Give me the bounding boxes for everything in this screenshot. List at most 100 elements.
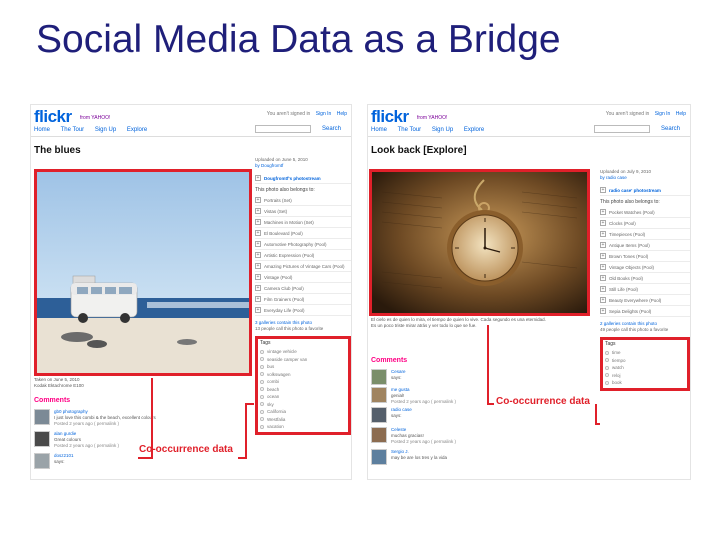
set-item[interactable]: + Vintage Objects (Pool) — [600, 262, 690, 273]
set-item[interactable]: + Machines in Motion (Set) — [255, 217, 351, 228]
search-input[interactable] — [594, 125, 650, 133]
help-link[interactable]: Help — [676, 111, 686, 117]
set-item[interactable]: + Old Books (Pool) — [600, 273, 690, 284]
set-item[interactable]: + Camera Club (Pool) — [255, 283, 351, 294]
uploader-link[interactable]: by Dougfromtf — [255, 163, 351, 169]
avatar[interactable] — [371, 449, 387, 465]
avatar[interactable] — [371, 427, 387, 443]
comment-author[interactable]: dosz2101 — [54, 453, 74, 458]
nav-explore[interactable]: Explore — [127, 127, 147, 133]
tag-item[interactable]: vacation — [260, 423, 346, 431]
plus-icon: + — [600, 242, 606, 248]
set-item[interactable]: + Everyday Life (Pool) — [255, 305, 351, 316]
set-item[interactable]: + Vistas (Set) — [255, 206, 351, 217]
set-item-label: Vintage Objects (Pool) — [609, 264, 654, 270]
nav-tour[interactable]: The Tour — [398, 127, 422, 133]
comment-author[interactable]: gb0 photography — [54, 409, 88, 414]
tag-item[interactable]: volkswagen — [260, 371, 346, 379]
tag-item[interactable]: combi — [260, 378, 346, 386]
nav-explore[interactable]: Explore — [464, 127, 484, 133]
tag-bullet-icon — [260, 394, 264, 399]
flickr-logo[interactable]: flickr — [371, 107, 409, 127]
set-item[interactable]: + El Boulevard (Pool) — [255, 228, 351, 239]
tag-item[interactable]: California — [260, 408, 346, 416]
photostream-link[interactable]: + Dougfromtf's photostream — [255, 173, 351, 184]
photo-title: Look back [Explore] — [371, 145, 467, 156]
tag-bullet-icon — [260, 379, 264, 384]
set-item-label: Portraits (Set) — [264, 197, 292, 203]
set-item-label: Vistas (Set) — [264, 208, 288, 214]
avatar[interactable] — [371, 387, 387, 403]
tag-bullet-icon — [260, 357, 264, 362]
tag-item[interactable]: vintage vehicle — [260, 348, 346, 356]
nav-bar: Home The Tour Sign Up Explore — [34, 127, 156, 133]
photo-vw-bus-beach[interactable] — [34, 169, 252, 376]
upload-info: Uploaded on July 9, 2010 by radio case — [600, 169, 690, 181]
tag-bullet-icon — [260, 349, 264, 354]
tag-item[interactable]: tiempo — [605, 357, 685, 365]
tag-item[interactable]: seaside camper van — [260, 356, 346, 364]
tag-item[interactable]: reloj — [605, 372, 685, 380]
nav-tour[interactable]: The Tour — [61, 127, 85, 133]
tag-item[interactable]: watch — [605, 364, 685, 372]
set-item-label: Sepia Delights (Pool) — [609, 308, 652, 314]
set-item[interactable]: + Beauty Everywhere (Pool) — [600, 295, 690, 306]
nav-home[interactable]: Home — [34, 127, 50, 133]
set-item[interactable]: + Sepia Delights (Pool) — [600, 306, 690, 317]
comment-author[interactable]: Sergio J. — [391, 449, 409, 454]
photostream-link[interactable]: + radio case' photostream — [600, 185, 690, 196]
set-item[interactable]: + Automotive Photography (Pool) — [255, 239, 351, 250]
help-link[interactable]: Help — [337, 111, 347, 117]
tag-item[interactable]: beach — [260, 386, 346, 394]
comment-author[interactable]: me gusta — [391, 387, 410, 392]
set-item[interactable]: + Artistic Expression (Pool) — [255, 250, 351, 261]
set-item[interactable]: + Brown Tones (Pool) — [600, 251, 690, 262]
avatar[interactable] — [34, 409, 50, 425]
set-item[interactable]: + Timepieces (Pool) — [600, 229, 690, 240]
comment-author[interactable]: alan gurdie — [54, 431, 76, 436]
nav-signup[interactable]: Sign Up — [95, 127, 116, 133]
comment-author[interactable]: Cesare — [391, 369, 406, 374]
tag-item[interactable]: bus — [260, 363, 346, 371]
search-button[interactable]: Search — [322, 126, 341, 132]
cooc-label-left: Co-occurrence data — [139, 444, 233, 455]
belongs-heading: This photo also belongs to: — [255, 187, 315, 193]
avatar[interactable] — [34, 431, 50, 447]
nav-signup[interactable]: Sign Up — [432, 127, 453, 133]
set-item[interactable]: + Amazing Pictures of Vintage Cars (Pool) — [255, 261, 351, 272]
flickr-logo[interactable]: flickr — [34, 107, 72, 127]
set-item[interactable]: + Antique Items (Pool) — [600, 240, 690, 251]
photo-pocket-watch[interactable] — [369, 169, 590, 316]
signin-link[interactable]: Sign In — [316, 111, 332, 117]
search-input[interactable] — [255, 125, 311, 133]
tag-item[interactable]: sky — [260, 401, 346, 409]
signin-link[interactable]: Sign In — [655, 111, 671, 117]
nav-home[interactable]: Home — [371, 127, 387, 133]
set-item-label: Timepieces (Pool) — [609, 231, 646, 237]
comment-author[interactable]: Celeste — [391, 427, 406, 432]
avatar[interactable] — [371, 369, 387, 385]
uploader-link[interactable]: by radio case — [600, 175, 690, 181]
avatar[interactable] — [34, 453, 50, 469]
photo-title: The blues — [34, 145, 81, 156]
set-item[interactable]: + Still Life (Pool) — [600, 284, 690, 295]
tag-item[interactable]: ocean — [260, 393, 346, 401]
avatar[interactable] — [371, 407, 387, 423]
tag-item-label: beach — [267, 386, 280, 392]
tag-item[interactable]: book — [605, 379, 685, 387]
comment-author[interactable]: radio case — [391, 407, 412, 412]
set-item[interactable]: + Clocks (Pool) — [600, 218, 690, 229]
plus-icon: + — [255, 208, 261, 214]
set-item[interactable]: + Portraits (Set) — [255, 195, 351, 206]
comment-meta: Posted 2 years ago ( permalink ) — [391, 439, 457, 444]
plus-icon: + — [600, 209, 606, 215]
search-button[interactable]: Search — [661, 126, 680, 132]
photo-sidebar: Uploaded on July 9, 2010 by radio case +… — [600, 157, 690, 391]
tag-item[interactable]: time — [605, 349, 685, 357]
set-item[interactable]: + Pocket Watches (Pool) — [600, 207, 690, 218]
set-item[interactable]: + Vintage (Pool) — [255, 272, 351, 283]
set-item[interactable]: + Film Grainers (Pool) — [255, 294, 351, 305]
from-yahoo-label: from YAHOO! — [80, 115, 111, 121]
comment-text: muchas gracias! — [391, 433, 424, 438]
tag-item[interactable]: Westfalia — [260, 416, 346, 424]
